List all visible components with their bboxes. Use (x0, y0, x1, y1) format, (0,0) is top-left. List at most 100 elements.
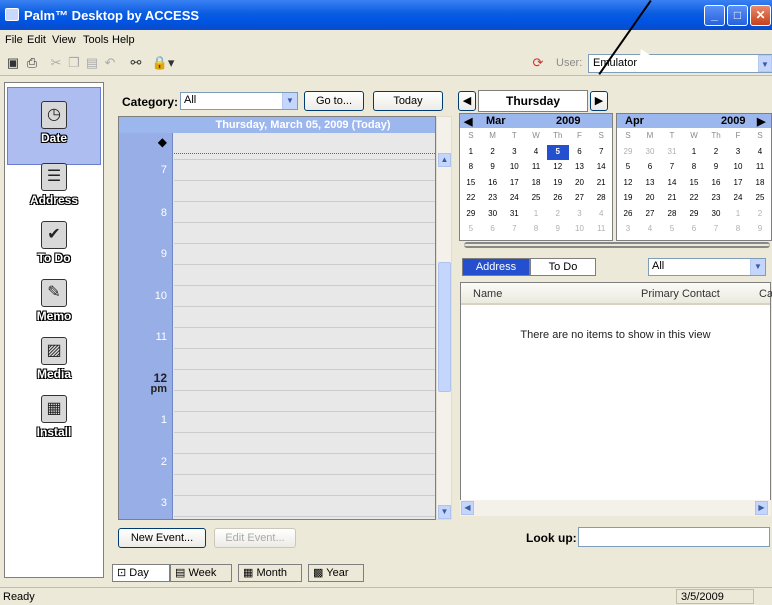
cut-icon[interactable]: ✂ (48, 55, 64, 71)
scroll-thumb[interactable] (438, 262, 451, 392)
calendar-day[interactable]: 1 (460, 145, 482, 161)
panel-splitter[interactable] (464, 242, 770, 248)
scroll-down-icon[interactable]: ▼ (438, 505, 451, 519)
calendar-day[interactable]: 17 (503, 176, 525, 192)
find-icon[interactable]: ⚯ (128, 55, 144, 71)
day-scrollbar[interactable]: ▲ ▼ (436, 116, 452, 520)
calendar-day[interactable]: 12 (547, 160, 569, 176)
calendar-day[interactable]: 25 (749, 191, 771, 207)
time-slot[interactable] (174, 369, 435, 370)
time-slot[interactable] (174, 159, 435, 160)
calendar-day[interactable]: 14 (590, 160, 612, 176)
calendar-day[interactable]: 19 (617, 191, 639, 207)
lookup-input[interactable] (578, 527, 770, 547)
calendar-day[interactable]: 31 (661, 145, 683, 161)
calendar-day[interactable]: 3 (727, 145, 749, 161)
calendar-april[interactable]: Apr 2009 ▶ S M T W Th F S 29 30 31 1 2 3 4 5 6 7 8 9 10 11 12… (616, 113, 772, 241)
calendar-day[interactable]: 29 (617, 145, 639, 161)
calendar-day[interactable]: 19 (547, 176, 569, 192)
calendar-day[interactable]: 4 (639, 222, 661, 238)
edit-event-button[interactable]: Edit Event... (214, 528, 296, 548)
time-slot[interactable] (174, 222, 435, 223)
time-slot[interactable] (174, 390, 435, 391)
prev-day-button[interactable]: ◀ (458, 91, 476, 111)
time-slot[interactable] (174, 516, 435, 517)
calendar-day[interactable]: 1 (683, 145, 705, 161)
calendar-day[interactable]: 8 (727, 222, 749, 238)
calendar-march-grid[interactable]: S M T W Th F S 1 2 3 4 5 6 7 8 9 10 11 12 13 14 15 16 17 18 19 20 2… (460, 129, 612, 238)
next-day-button[interactable]: ▶ (590, 91, 608, 111)
calendar-day[interactable]: 11 (525, 160, 547, 176)
tab-todo[interactable]: To Do (530, 258, 596, 276)
hotsync-icon[interactable]: ⟳ (530, 55, 546, 71)
calendar-day[interactable]: 5 (661, 222, 683, 238)
calendar-day[interactable]: 2 (749, 207, 771, 223)
copy-icon[interactable]: ❐ (66, 55, 82, 71)
column-category[interactable]: Cat (759, 288, 772, 300)
time-slot[interactable] (174, 201, 435, 202)
calendar-day[interactable]: 3 (569, 207, 591, 223)
minimize-button[interactable]: _ (704, 5, 725, 26)
next-month-icon[interactable]: ▶ (757, 115, 765, 128)
calendar-day[interactable]: 25 (525, 191, 547, 207)
time-slot[interactable] (174, 453, 435, 454)
calendar-day[interactable]: 29 (460, 207, 482, 223)
calendar-day[interactable]: 22 (683, 191, 705, 207)
list-filter-select[interactable]: All ▼ (648, 258, 766, 276)
calendar-day[interactable]: 12 (617, 176, 639, 192)
calendar-day[interactable]: 30 (705, 207, 727, 223)
calendar-day[interactable]: 18 (525, 176, 547, 192)
calendar-day[interactable]: 8 (683, 160, 705, 176)
calendar-day[interactable]: 28 (590, 191, 612, 207)
paste-icon[interactable]: ▤ (84, 55, 100, 71)
calendar-day[interactable]: 7 (705, 222, 727, 238)
calendar-day[interactable]: 2 (547, 207, 569, 223)
calendar-day[interactable]: 21 (661, 191, 683, 207)
address-list[interactable]: Name Primary Contact Cat There are no it… (460, 282, 772, 516)
time-slot[interactable] (174, 495, 435, 496)
calendar-day[interactable]: 23 (482, 191, 504, 207)
calendar-day[interactable]: 27 (569, 191, 591, 207)
calendar-day[interactable]: 16 (482, 176, 504, 192)
calendar-day[interactable]: 16 (705, 176, 727, 192)
menu-help[interactable]: Help (112, 34, 135, 46)
menu-tools[interactable]: Tools (83, 34, 109, 46)
calendar-day[interactable]: 22 (460, 191, 482, 207)
calendar-day[interactable]: 26 (617, 207, 639, 223)
calendar-day[interactable]: 6 (482, 222, 504, 238)
calendar-day[interactable]: 30 (482, 207, 504, 223)
calendar-day[interactable]: 2 (482, 145, 504, 161)
calendar-day[interactable]: 3 (503, 145, 525, 161)
calendar-march[interactable]: ◀ Mar 2009 S M T W Th F S 1 2 3 4 5 6 7 8 9 10 11 12 13 14 15… (459, 113, 613, 241)
calendar-day[interactable]: 4 (525, 145, 547, 161)
maximize-button[interactable]: □ (727, 5, 748, 26)
goto-button[interactable]: Go to... (304, 91, 364, 111)
calendar-day[interactable]: 3 (617, 222, 639, 238)
close-button[interactable]: ✕ (750, 5, 771, 26)
scroll-left-icon[interactable]: ◀ (461, 501, 474, 515)
calendar-day[interactable]: 5 (460, 222, 482, 238)
calendar-day[interactable]: 13 (639, 176, 661, 192)
time-slot[interactable] (174, 474, 435, 475)
column-name[interactable]: Name (473, 288, 502, 300)
time-slot[interactable] (174, 285, 435, 286)
sidebar-item-media[interactable]: ▨ Media (5, 337, 103, 381)
calendar-day[interactable]: 4 (590, 207, 612, 223)
time-slot[interactable] (174, 180, 435, 181)
calendar-day[interactable]: 1 (525, 207, 547, 223)
calendar-day[interactable]: 7 (503, 222, 525, 238)
calendar-day[interactable]: 5 (546, 144, 569, 160)
time-slot[interactable] (174, 348, 435, 349)
calendar-day[interactable]: 8 (460, 160, 482, 176)
time-slot[interactable] (174, 327, 435, 328)
scroll-up-icon[interactable]: ▲ (438, 153, 451, 167)
calendar-day[interactable]: 8 (525, 222, 547, 238)
save-icon[interactable]: ▣ (5, 55, 21, 71)
calendar-day[interactable]: 4 (749, 145, 771, 161)
calendar-day[interactable]: 7 (661, 160, 683, 176)
calendar-day[interactable]: 9 (547, 222, 569, 238)
calendar-day[interactable]: 6 (569, 145, 591, 161)
untimed-slot[interactable] (174, 153, 435, 154)
calendar-day[interactable]: 28 (661, 207, 683, 223)
calendar-day[interactable]: 20 (639, 191, 661, 207)
